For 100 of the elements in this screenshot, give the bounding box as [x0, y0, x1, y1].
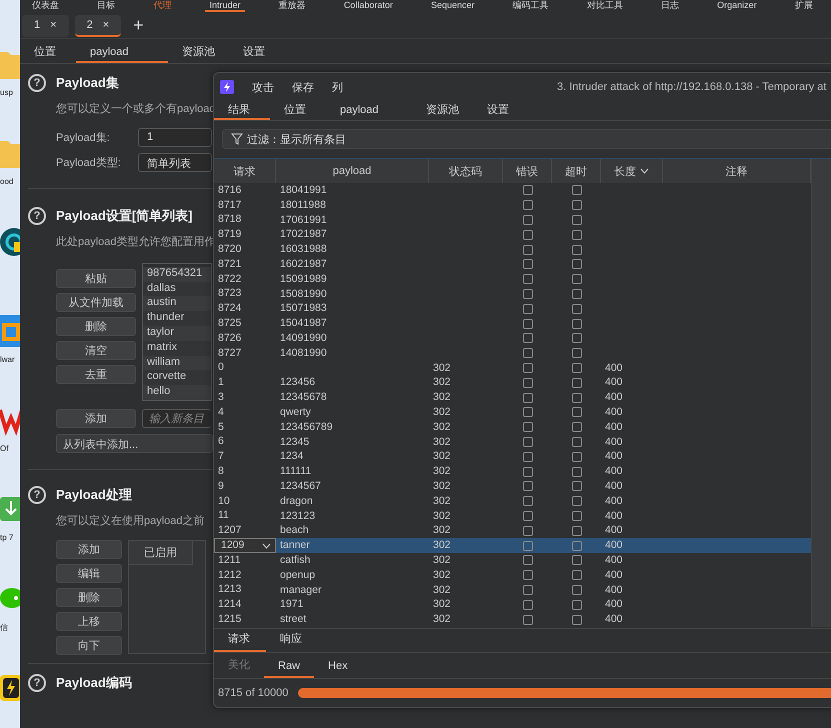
checkbox[interactable] — [522, 214, 532, 225]
result-row[interactable]: 7 1234 302 400 — [214, 449, 811, 464]
column-header[interactable]: 超时 — [552, 159, 601, 183]
list-item[interactable]: william — [143, 356, 211, 370]
result-row[interactable]: 6 12345 302 400 — [214, 434, 811, 450]
checkbox[interactable] — [522, 555, 532, 566]
checkbox[interactable] — [572, 244, 582, 255]
result-row[interactable]: 1214 1971 302 400 — [214, 597, 811, 612]
checkbox[interactable] — [572, 259, 582, 270]
rule-action-button[interactable]: 删除 — [56, 588, 122, 607]
checkbox[interactable] — [572, 570, 582, 580]
detail-tab[interactable]: 请求 — [214, 631, 266, 652]
list-item[interactable]: austin — [143, 296, 211, 312]
checkbox[interactable] — [522, 348, 532, 358]
results-tab[interactable]: payload — [326, 101, 412, 120]
checkbox[interactable] — [522, 288, 532, 299]
result-row[interactable]: 8720 16031988 — [214, 242, 811, 257]
result-row[interactable]: 1207 beach 302 400 — [214, 523, 811, 538]
checkbox[interactable] — [572, 526, 582, 536]
checkbox[interactable] — [572, 452, 582, 462]
result-row[interactable]: 1212 openup 302 400 — [214, 568, 811, 583]
result-row[interactable]: 8716 18041991 — [214, 183, 811, 198]
checkbox[interactable] — [572, 496, 582, 506]
list-item[interactable]: matrix — [143, 340, 211, 356]
add-button[interactable]: 添加 — [56, 409, 136, 428]
help-icon[interactable]: ? — [28, 486, 46, 504]
checkbox[interactable] — [572, 614, 582, 624]
nav-tab[interactable]: Intruder — [205, 0, 244, 12]
list-action-button[interactable]: 去重 — [56, 365, 136, 384]
list-item[interactable]: thunder — [143, 311, 211, 326]
checkbox[interactable] — [572, 274, 582, 284]
results-tab[interactable]: 资源池 — [412, 101, 473, 120]
checkbox[interactable] — [572, 481, 582, 492]
add-from-list-dropdown[interactable]: 从列表中添加... — [56, 434, 213, 453]
select-field[interactable]: 1 — [138, 128, 212, 147]
nav-tab[interactable]: Sequencer — [427, 0, 479, 12]
checkbox[interactable] — [522, 614, 532, 624]
menu-item[interactable]: 攻击 — [252, 80, 274, 94]
result-row[interactable]: 1211 catfish 302 400 — [214, 552, 811, 568]
result-row[interactable]: 8717 18011988 — [214, 198, 811, 213]
result-row[interactable]: 8724 15071983 — [214, 301, 811, 316]
list-item[interactable]: corvette — [143, 370, 211, 386]
rule-action-button[interactable]: 上移 — [56, 612, 122, 631]
checkbox[interactable] — [572, 230, 582, 240]
list-item[interactable]: hello — [143, 385, 211, 400]
result-row[interactable]: 11 123123 302 400 — [214, 508, 811, 524]
sub-tab[interactable]: 设置 — [229, 42, 285, 63]
checkbox[interactable] — [572, 304, 582, 314]
checkbox[interactable] — [572, 555, 582, 566]
checkbox[interactable] — [572, 600, 582, 610]
checkbox[interactable] — [522, 392, 532, 403]
nav-tab[interactable]: Collaborator — [340, 0, 397, 12]
checkbox[interactable] — [522, 526, 532, 536]
checkbox[interactable] — [522, 466, 532, 477]
nav-tab[interactable]: 对比工具 — [582, 0, 627, 12]
column-header[interactable]: 请求 — [214, 159, 276, 183]
nav-tab[interactable]: Organizer — [713, 0, 761, 12]
checkbox[interactable] — [572, 214, 582, 225]
result-row[interactable]: 0 302 400 — [214, 360, 811, 376]
checkbox[interactable] — [572, 466, 582, 477]
checkbox[interactable] — [522, 333, 532, 344]
checkbox[interactable] — [572, 584, 582, 595]
menu-item[interactable]: 保存 — [292, 80, 314, 94]
list-action-button[interactable]: 粘贴 — [56, 269, 136, 288]
checkbox[interactable] — [522, 244, 532, 255]
nav-tab[interactable]: 重放器 — [274, 0, 310, 12]
list-action-button[interactable]: 删除 — [56, 317, 136, 336]
nav-tab[interactable]: 扩展 — [790, 0, 817, 12]
checkbox[interactable] — [522, 378, 532, 388]
checkbox[interactable] — [522, 422, 532, 432]
results-tab[interactable]: 结果 — [214, 101, 270, 120]
checkbox[interactable] — [572, 392, 582, 403]
menu-item[interactable]: 列 — [332, 80, 343, 94]
results-tab[interactable]: 位置 — [270, 101, 326, 120]
result-row[interactable]: 10 dragon 302 400 — [214, 494, 811, 509]
checkbox[interactable] — [522, 362, 532, 373]
result-row[interactable]: 9 1234567 302 400 — [214, 478, 811, 494]
result-row[interactable]: 8719 17021987 — [214, 227, 811, 242]
add-tab-button[interactable]: + — [133, 15, 144, 36]
nav-tab[interactable]: 仪表盘 — [28, 0, 63, 12]
checkbox[interactable] — [522, 481, 532, 492]
result-row[interactable]: 1215 street 302 400 — [214, 612, 811, 627]
sub-tab[interactable]: 位置 — [20, 42, 76, 63]
result-row[interactable]: 3 12345678 302 400 — [214, 390, 811, 405]
checkbox[interactable] — [522, 540, 532, 551]
list-item[interactable]: 987654321 — [143, 266, 211, 282]
attack-tab[interactable]: 1 × — [22, 14, 69, 36]
checkbox[interactable] — [572, 378, 582, 388]
checkbox[interactable] — [522, 230, 532, 240]
checkbox[interactable] — [572, 436, 582, 447]
help-icon[interactable]: ? — [28, 207, 46, 225]
checkbox[interactable] — [572, 362, 582, 373]
checkbox[interactable] — [522, 185, 532, 196]
result-row[interactable]: 5 123456789 302 400 — [214, 420, 811, 435]
checkbox[interactable] — [522, 600, 532, 610]
view-tab[interactable]: Raw — [264, 660, 314, 678]
checkbox[interactable] — [522, 274, 532, 284]
nav-tab[interactable]: 目标 — [93, 0, 120, 12]
checkbox[interactable] — [522, 436, 532, 447]
filter-bar[interactable]: 过滤：显示所有条目 — [222, 129, 831, 149]
